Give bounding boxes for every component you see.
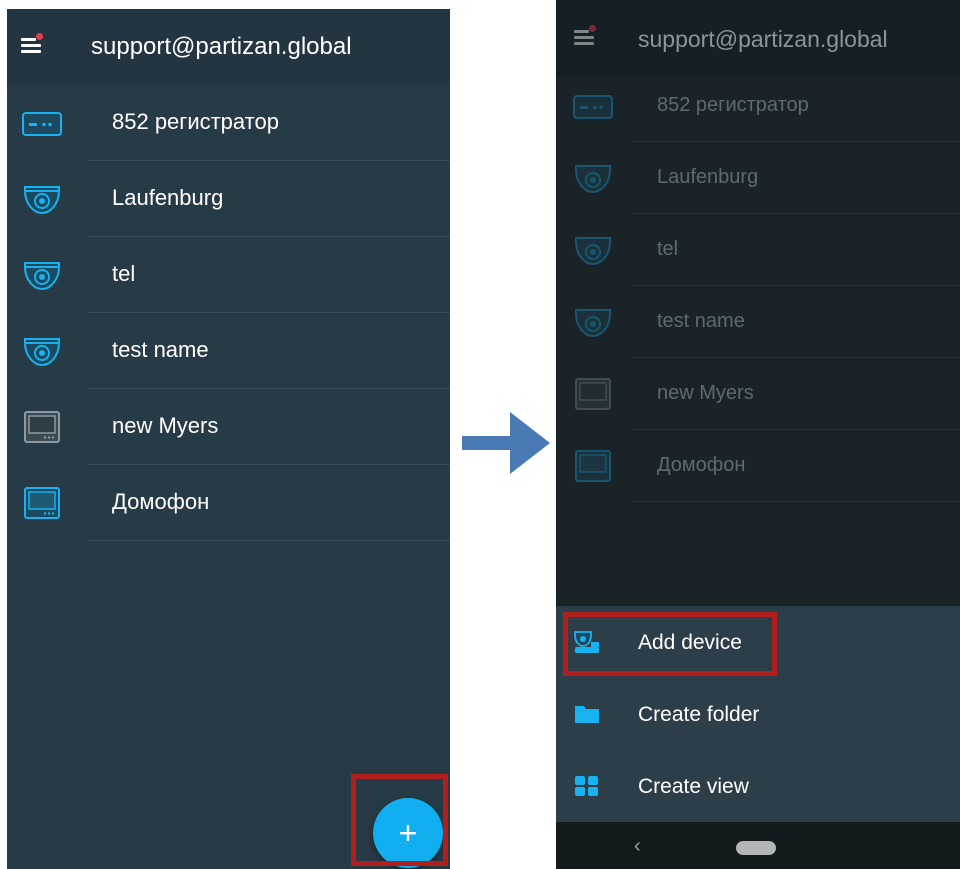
device-row: new Myers	[556, 358, 960, 430]
create-view-label: Create view	[638, 775, 749, 798]
create-view-menu-item[interactable]: Create view	[556, 750, 960, 822]
device-row[interactable]: test name	[7, 313, 450, 389]
device-name: test name	[657, 310, 745, 332]
android-nav-bar: ‹	[556, 822, 960, 869]
device-row[interactable]: 852 регистратор	[7, 85, 450, 161]
dome-camera-icon	[24, 186, 60, 215]
device-row: tel	[556, 214, 960, 286]
left-screen: support@partizan.global 852 регистратор …	[7, 9, 450, 869]
grid-view-icon	[575, 776, 598, 796]
device-row[interactable]: Домофон	[7, 465, 450, 541]
add-fab-button[interactable]: +	[373, 798, 443, 868]
add-device-menu-item[interactable]: Add device	[556, 606, 960, 678]
device-name: tel	[112, 261, 136, 286]
plus-icon: +	[398, 814, 418, 851]
device-name: Laufenburg	[657, 166, 759, 188]
device-row[interactable]: new Myers	[7, 389, 450, 465]
device-name: Laufenburg	[112, 185, 224, 210]
right-screen: support@partizan.global 852 регистратор …	[556, 0, 960, 869]
dome-camera-icon	[575, 309, 611, 338]
device-name: 852 регистратор	[657, 94, 809, 116]
device-row: Домофон	[556, 430, 960, 502]
back-nav-icon[interactable]: ‹	[634, 835, 641, 858]
device-list: 852 регистратор Laufenburg tel test name…	[7, 85, 450, 541]
intercom-monitor-icon	[24, 411, 60, 443]
app-bar: support@partizan.global	[556, 0, 960, 77]
device-name: new Myers	[112, 413, 219, 438]
device-row[interactable]: tel	[7, 237, 450, 313]
app-bar: support@partizan.global	[7, 9, 450, 85]
intercom-monitor-icon	[575, 378, 611, 410]
intercom-monitor-icon	[24, 487, 60, 519]
account-email: support@partizan.global	[91, 33, 352, 60]
create-folder-label: Create folder	[638, 703, 760, 726]
device-name: new Myers	[657, 382, 754, 404]
intercom-monitor-icon	[575, 450, 611, 482]
dvr-icon	[22, 112, 62, 136]
add-device-label: Add device	[638, 631, 742, 654]
device-name: 852 регистратор	[112, 109, 279, 134]
device-row[interactable]: Laufenburg	[7, 161, 450, 237]
dome-camera-icon	[575, 237, 611, 266]
device-row: 852 регистратор	[556, 70, 960, 142]
dome-camera-icon	[575, 165, 611, 194]
add-menu-sheet: Add device Create folder Create view	[556, 606, 960, 822]
create-folder-menu-item[interactable]: Create folder	[556, 678, 960, 750]
device-row: Laufenburg	[556, 142, 960, 214]
device-list-dimmed: 852 регистратор Laufenburg tel test name…	[556, 70, 960, 502]
dome-camera-icon	[24, 262, 60, 291]
dome-camera-icon	[24, 338, 60, 367]
device-name: tel	[657, 238, 679, 260]
hamburger-menu-icon[interactable]	[21, 33, 43, 55]
device-name: test name	[112, 337, 209, 362]
add-device-icon	[574, 631, 599, 653]
dvr-icon	[573, 95, 613, 119]
folder-icon	[575, 706, 599, 723]
account-email: support@partizan.global	[638, 26, 888, 52]
device-row: test name	[556, 286, 960, 358]
device-name: Домофон	[657, 454, 746, 476]
right-arrow-icon	[462, 412, 550, 474]
device-name: Домофон	[112, 489, 210, 514]
hamburger-menu-icon[interactable]	[574, 25, 596, 47]
home-pill-icon[interactable]	[736, 841, 776, 855]
